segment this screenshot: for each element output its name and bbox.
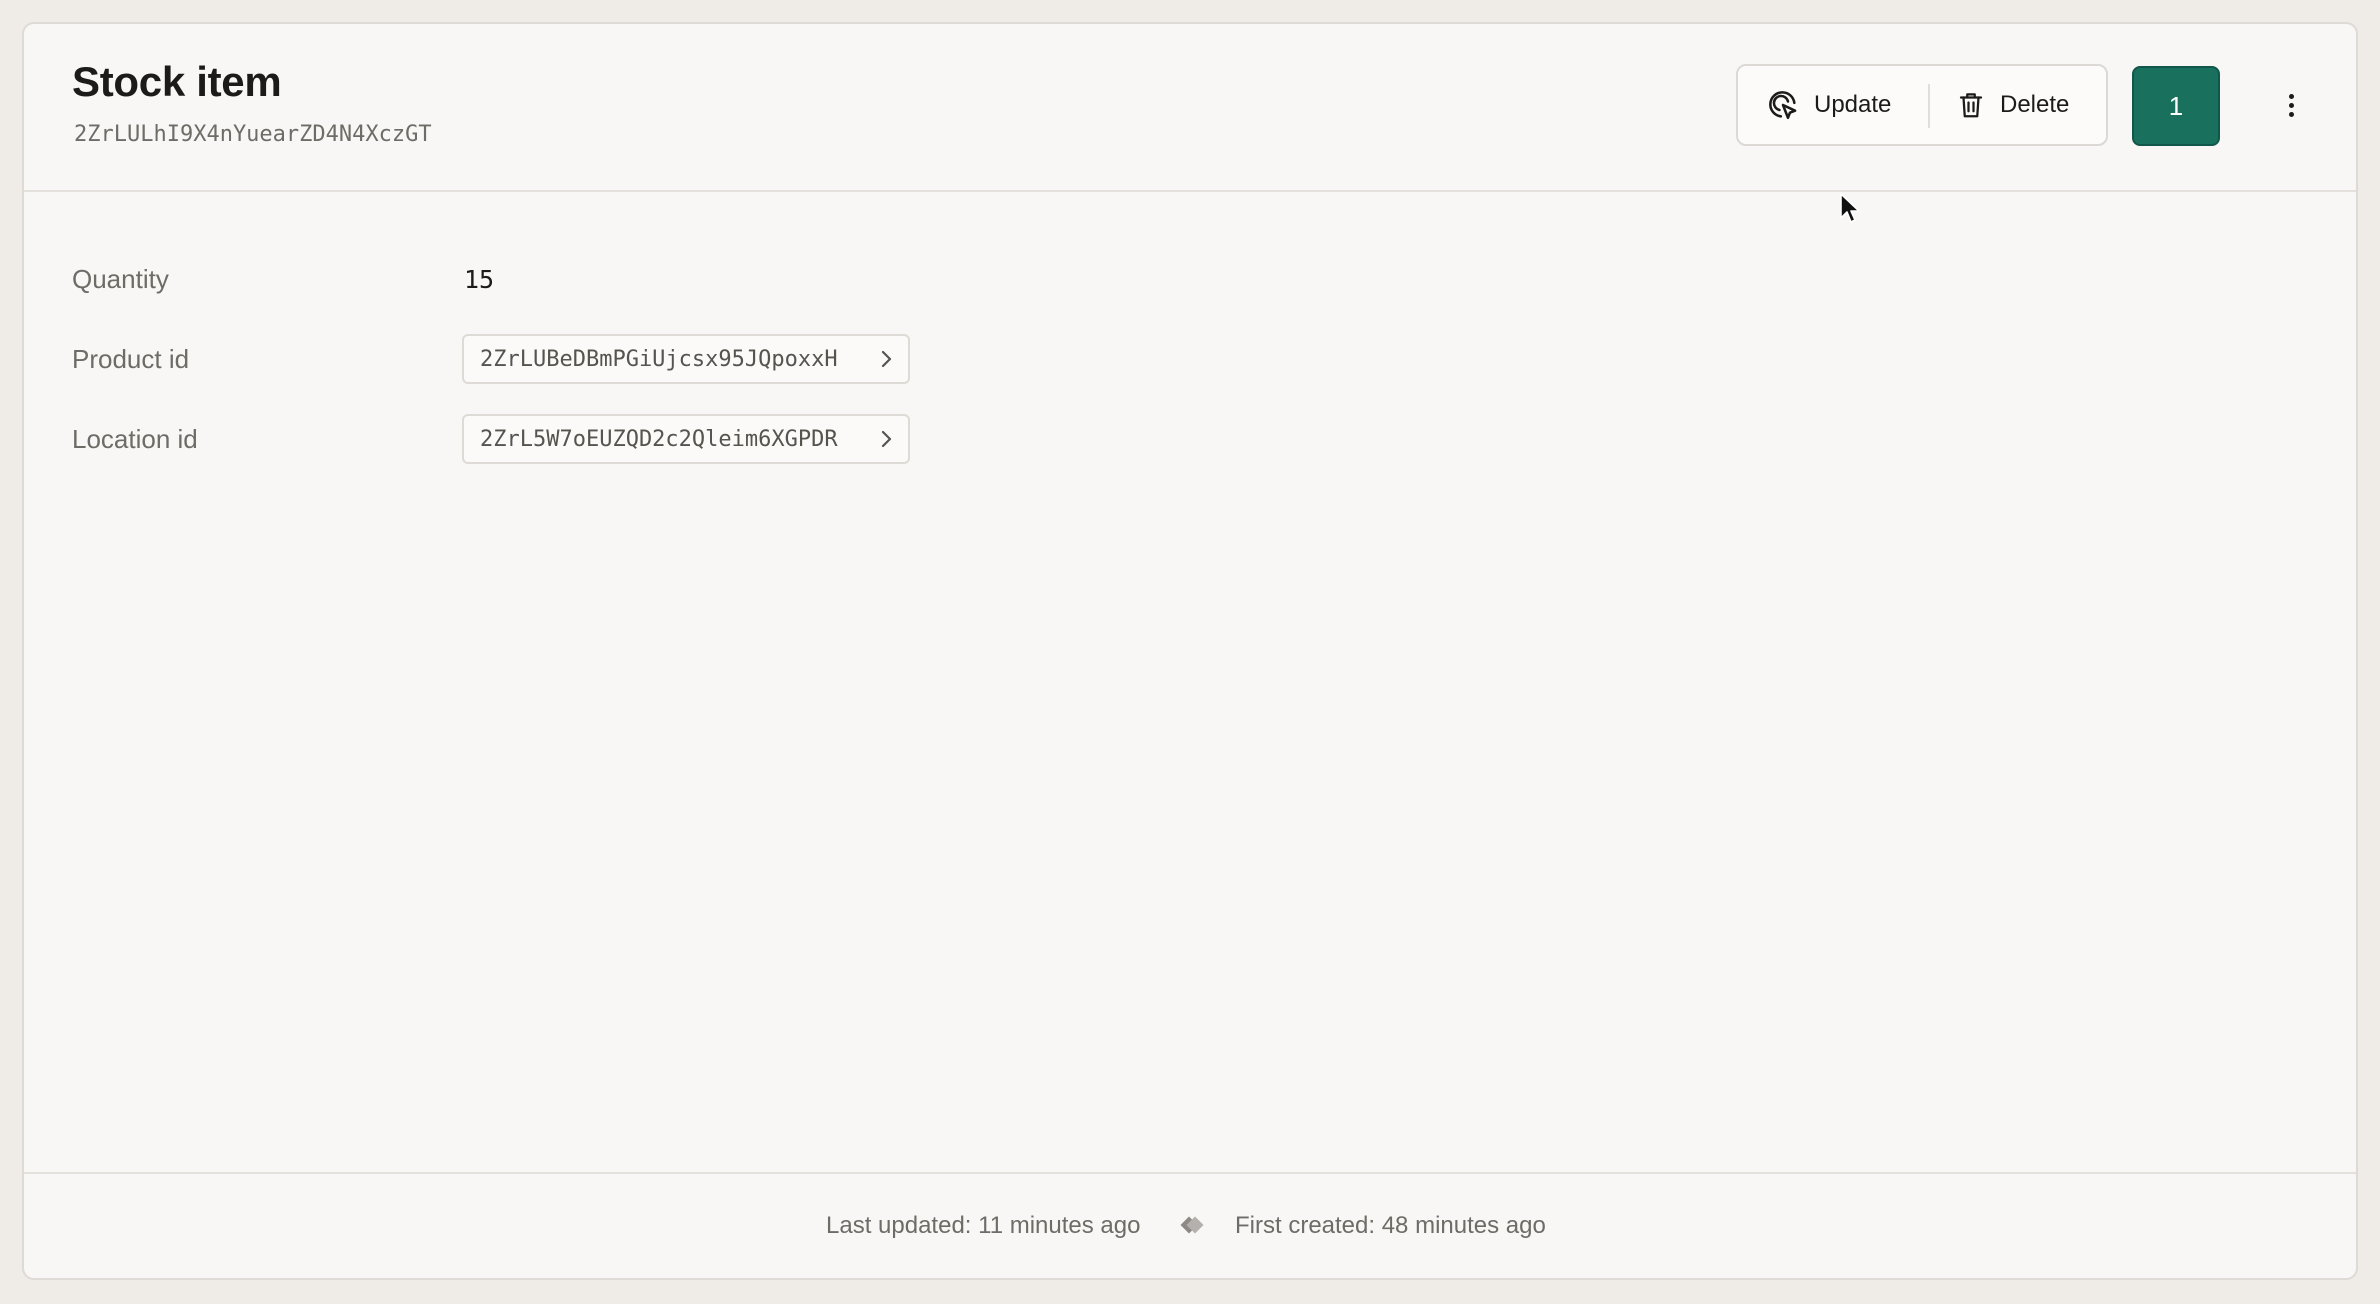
product-id-label: Product id xyxy=(72,344,190,374)
update-button-label: Update xyxy=(1814,91,1892,118)
record-header: Stock item 2ZrLULhI9X4nYuearZD4N4XczGT U… xyxy=(24,24,2356,192)
quantity-label: Quantity xyxy=(72,264,169,294)
last-updated-text: Last updated: 11 minutes ago xyxy=(826,1212,1141,1239)
stock-item-card: Stock item 2ZrLULhI9X4nYuearZD4N4XczGT U… xyxy=(22,22,2358,1280)
location-id-link[interactable]: 2ZrL5W7oEUZQD2c2Qleim6XGPDR xyxy=(462,414,910,464)
chevron-right-icon xyxy=(878,429,894,449)
chevron-right-icon xyxy=(878,349,894,369)
product-id-link[interactable]: 2ZrLUBeDBmPGiUjcsx95JQpoxxH xyxy=(462,334,910,384)
record-id: 2ZrLULhI9X4nYuearZD4N4XczGT xyxy=(74,122,432,147)
record-footer: Last updated: 11 minutes ago First creat… xyxy=(24,1172,2356,1278)
trash-icon xyxy=(1959,93,1983,118)
page-title: Stock item xyxy=(72,58,282,105)
pointer-click-icon xyxy=(1769,91,1797,120)
delete-button-label: Delete xyxy=(2000,91,2070,118)
mouse-cursor-icon xyxy=(1840,193,1860,223)
update-button[interactable]: Update xyxy=(1766,66,1891,144)
action-button-group: Update Delete xyxy=(1736,64,2108,146)
diamond-icon xyxy=(1180,1216,1204,1234)
first-created-text: First created: 48 minutes ago xyxy=(1235,1212,1546,1239)
quantity-value: 15 xyxy=(464,265,495,294)
delete-button[interactable]: Delete xyxy=(1956,66,2069,144)
more-vertical-icon[interactable] xyxy=(2278,94,2304,122)
location-id-label: Location id xyxy=(72,424,198,454)
product-id-value: 2ZrLUBeDBmPGiUjcsx95JQpoxxH xyxy=(480,346,838,372)
location-id-value: 2ZrL5W7oEUZQD2c2Qleim6XGPDR xyxy=(480,426,838,452)
button-divider xyxy=(1928,84,1930,128)
count-button[interactable]: 1 xyxy=(2132,66,2220,146)
